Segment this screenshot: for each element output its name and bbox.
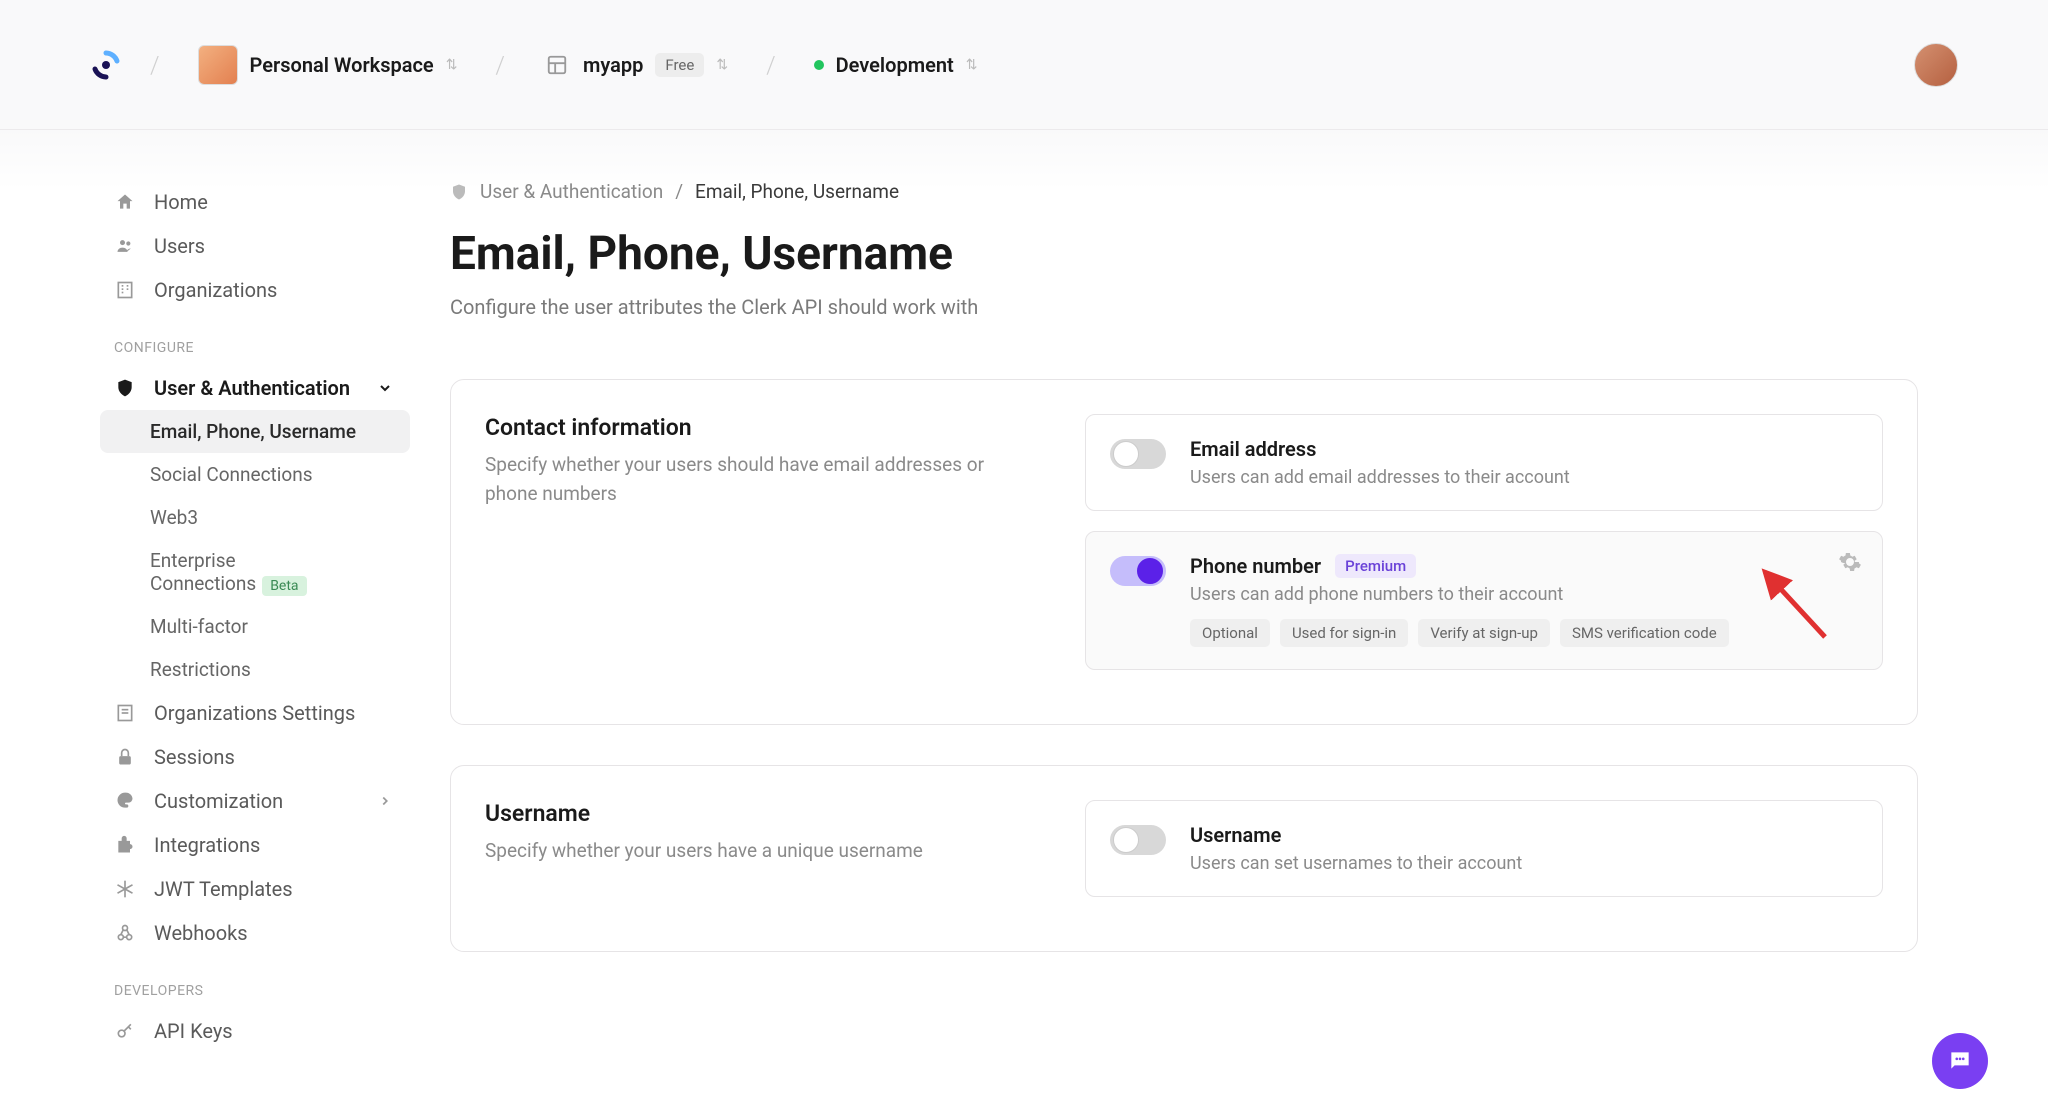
phone-toggle[interactable] [1110,556,1166,586]
card-title: Contact information [485,414,1005,441]
phone-settings-button[interactable] [1838,550,1864,576]
breadcrumb-current: Email, Phone, Username [695,180,899,203]
sidebar-item-label: Webhooks [154,921,248,945]
card-desc: Specify whether your users should have e… [485,451,1005,508]
sidebar-subitem-social-connections[interactable]: Social Connections [100,453,410,496]
sidebar-subitem-multi-factor[interactable]: Multi-factor [100,605,410,648]
workspace-selector[interactable]: Personal Workspace ⇅ [188,39,468,91]
environment-label: Development [836,53,954,77]
sidebar-item-api-keys[interactable]: API Keys [100,1009,410,1053]
username-toggle[interactable] [1110,825,1166,855]
key-icon [114,1020,136,1042]
chip-sms-verification: SMS verification code [1560,619,1729,647]
workspace-label: Personal Workspace [250,53,434,77]
sidebar-item-sessions[interactable]: Sessions [100,735,410,779]
card-title: Username [485,800,1005,827]
username-card: Username Specify whether your users have… [450,765,1918,952]
sidebar-item-webhooks[interactable]: Webhooks [100,911,410,955]
clerk-logo[interactable] [90,49,122,81]
option-title: Phone number [1190,554,1321,578]
page-title: Email, Phone, Username [450,227,1918,281]
option-desc: Users can set usernames to their account [1190,853,1858,874]
sidebar-item-jwt-templates[interactable]: JWT Templates [100,867,410,911]
main-content: User & Authentication / Email, Phone, Us… [410,130,2048,1119]
chevron-right-icon [374,790,396,812]
sidebar-subitem-restrictions[interactable]: Restrictions [100,648,410,691]
separator: / [766,51,776,79]
separator: / [675,180,683,203]
sidebar-item-label: Home [154,190,208,214]
section-configure-label: CONFIGURE [100,312,410,366]
sidebar-item-label: User & Authentication [154,376,350,400]
sidebar-item-organizations[interactable]: Organizations [100,268,410,312]
username-option: Username Users can set usernames to thei… [1085,800,1883,897]
sidebar-item-label: Users [154,234,205,258]
separator: / [150,51,160,79]
sidebar-subitem-enterprise-connections[interactable]: Enterprise ConnectionsBeta [100,539,410,605]
users-icon [114,235,136,257]
workspace-avatar [198,45,238,85]
lock-icon [114,746,136,768]
sidebar-item-user-auth[interactable]: User & Authentication [100,366,410,410]
sidebar-item-home[interactable]: Home [100,180,410,224]
separator: / [495,51,505,79]
chat-fab[interactable] [1932,1033,1988,1089]
sidebar-item-customization[interactable]: Customization [100,779,410,823]
sidebar-item-label: API Keys [154,1019,233,1043]
page-subtitle: Configure the user attributes the Clerk … [450,295,1918,319]
option-desc: Users can add phone numbers to their acc… [1190,584,1858,605]
environment-selector[interactable]: Development ⇅ [804,47,988,83]
premium-badge: Premium [1335,554,1416,578]
chip-verify-at-signup: Verify at sign-up [1418,619,1550,647]
section-developers-label: DEVELOPERS [100,955,410,1009]
chevron-updown-icon: ⇅ [966,57,978,73]
user-avatar[interactable] [1914,43,1958,87]
breadcrumb-parent[interactable]: User & Authentication [480,180,663,203]
home-icon [114,191,136,213]
sidebar-item-label: Integrations [154,833,260,857]
sidebar-item-label: Organizations Settings [154,701,355,725]
app-label: myapp [583,53,643,77]
paint-icon [114,790,136,812]
sidebar-item-org-settings[interactable]: Organizations Settings [100,691,410,735]
building-icon [114,702,136,724]
sidebar-item-label: JWT Templates [154,877,293,901]
sidebar-item-label: Customization [154,789,283,813]
chip-optional: Optional [1190,619,1270,647]
chevron-down-icon [374,377,396,399]
shield-icon [450,183,468,201]
phone-number-option: Phone number Premium Users can add phone… [1085,531,1883,670]
option-title: Username [1190,823,1858,847]
sidebar-item-label: Organizations [154,278,277,302]
chat-icon [1947,1048,1973,1074]
chevron-updown-icon: ⇅ [446,57,458,73]
sidebar-subitem-email-phone-username[interactable]: Email, Phone, Username [100,410,410,453]
sidebar-item-integrations[interactable]: Integrations [100,823,410,867]
webhook-icon [114,922,136,944]
sidebar: Home Users Organizations CONFIGURE User … [0,130,410,1119]
shield-icon [114,377,136,399]
status-dot-icon [814,60,824,70]
puzzle-icon [114,834,136,856]
email-toggle[interactable] [1110,439,1166,469]
plan-badge: Free [655,53,704,77]
sidebar-item-label: Sessions [154,745,235,769]
option-desc: Users can add email addresses to their a… [1190,467,1858,488]
layout-icon [543,51,571,79]
contact-information-card: Contact information Specify whether your… [450,379,1918,725]
sidebar-subitem-web3[interactable]: Web3 [100,496,410,539]
app-selector[interactable]: myapp Free ⇅ [533,45,738,85]
beta-badge: Beta [262,576,306,596]
email-address-option: Email address Users can add email addres… [1085,414,1883,511]
chevron-updown-icon: ⇅ [716,57,728,73]
sidebar-item-users[interactable]: Users [100,224,410,268]
option-title: Email address [1190,437,1858,461]
breadcrumb: User & Authentication / Email, Phone, Us… [450,180,1918,203]
chip-used-for-signin: Used for sign-in [1280,619,1408,647]
snowflake-icon [114,878,136,900]
top-bar: / Personal Workspace ⇅ / myapp Free ⇅ / … [0,0,2048,130]
building-icon [114,279,136,301]
card-desc: Specify whether your users have a unique… [485,837,1005,866]
